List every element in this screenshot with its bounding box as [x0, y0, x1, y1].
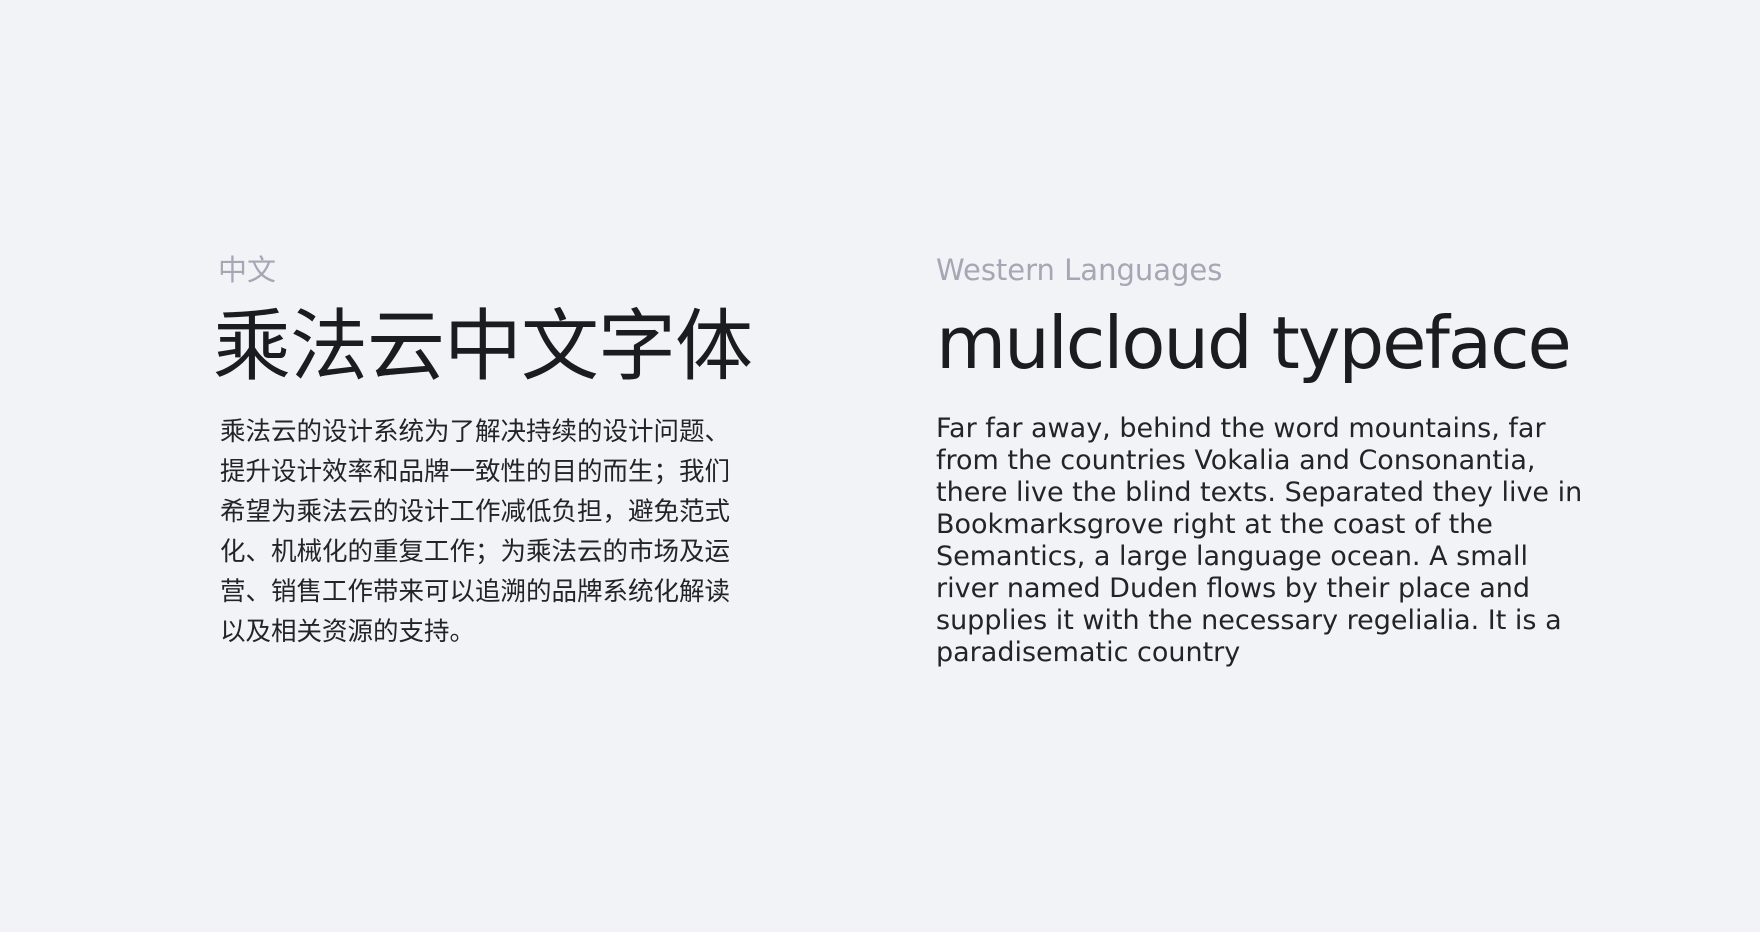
- chinese-title: 乘法云中文字体: [213, 302, 753, 392]
- chinese-body: 乘法云的设计系统为了解决持续的设计问题、提升设计效率和品牌一致性的目的而生；我们…: [220, 417, 731, 647]
- western-body-line: from the countries Vokalia and Consonant…: [936, 445, 1536, 476]
- western-body-line: supplies it with the necessary regeliali…: [936, 605, 1562, 636]
- western-body-line: paradisematic country: [936, 637, 1241, 668]
- chinese-label: 中文: [218, 253, 277, 287]
- western-body: Far far away, behind the word mountains,…: [936, 413, 1583, 669]
- western-body-line: Bookmarksgrove right at the coast of the: [936, 509, 1493, 540]
- western-label: Western Languages: [936, 253, 1223, 287]
- western-body-line: Semantics, a large language ocean. A sma…: [936, 541, 1529, 572]
- western-body-line: Far far away, behind the word mountains,…: [936, 413, 1546, 444]
- chinese-specimen: 中文 乘法云中文字体 乘法云的设计系统为了解决持续的设计问题、提升设计效率和品牌…: [213, 253, 753, 652]
- western-title: mulcloud typeface: [936, 301, 1572, 385]
- western-body-line: there live the blind texts. Separated th…: [936, 477, 1583, 508]
- western-specimen: Western Languages mulcloud typeface Far …: [936, 253, 1583, 669]
- western-body-line: river named Duden flows by their place a…: [936, 573, 1530, 604]
